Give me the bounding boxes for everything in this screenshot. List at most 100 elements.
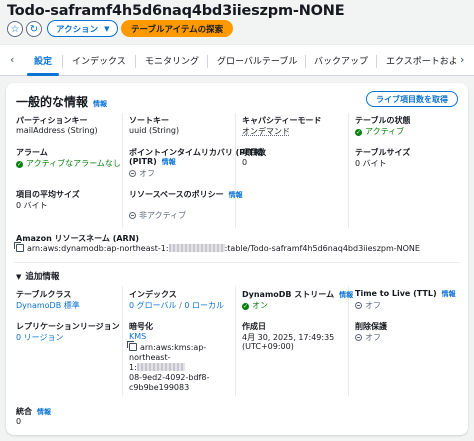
- minus-circle-icon: [129, 170, 136, 177]
- ttl-status-text: オフ: [365, 301, 381, 310]
- table-details-card: 一般的な情報 情報 ライブ項目数を取得 パーティションキー mailAddress…: [6, 83, 468, 435]
- general-info-title: 一般的な情報: [16, 95, 89, 109]
- additional-info-toggle[interactable]: ▼ 追加情報: [16, 270, 59, 282]
- stream-info-link[interactable]: 情報: [339, 291, 353, 299]
- encryption-value[interactable]: KMS: [129, 332, 146, 341]
- redacted-key-id: [136, 363, 185, 371]
- table-size-label: テーブルサイズ: [355, 148, 411, 157]
- partition-key-value: mailAddress (String): [16, 126, 98, 135]
- avg-item-size-value: 0 バイト: [16, 201, 48, 210]
- kms-arn-line: 1:: [129, 363, 185, 372]
- ttl-value: オフ: [355, 300, 381, 311]
- stream-value: ✓ オン: [242, 300, 268, 311]
- stream-status-text: オン: [252, 301, 268, 310]
- favorite-star-button[interactable]: ☆: [7, 21, 23, 37]
- copy-icon[interactable]: [127, 341, 137, 351]
- resource-policy-text: リソースベースのポリシー: [129, 190, 224, 199]
- sort-key-label: ソートキー: [129, 116, 169, 125]
- chevron-right-icon[interactable]: ›: [460, 53, 464, 66]
- sort-key-value: uuid (String): [129, 126, 180, 135]
- copy-icon[interactable]: [14, 242, 24, 252]
- pitr-info-link[interactable]: 情報: [162, 158, 176, 166]
- indexes-value: 0 グローバル / 0 ローカル: [129, 301, 224, 310]
- table-status-value: ✓ アクティブ: [355, 126, 404, 137]
- actions-label: アクション: [56, 24, 99, 35]
- tab-divider: [207, 55, 208, 68]
- column-divider: [122, 286, 123, 396]
- chevron-left-icon[interactable]: ‹: [10, 53, 14, 66]
- alarm-label: アラーム: [16, 148, 48, 157]
- tab-settings[interactable]: 設定: [34, 54, 52, 67]
- encryption-label: 暗号化: [129, 322, 153, 331]
- redacted-account-id: [168, 244, 225, 252]
- column-divider: [348, 286, 349, 396]
- pitr-label-abbrev: (PITR) 情報: [129, 157, 176, 166]
- ttl-label: Time to Live (TTL) 情報: [355, 289, 456, 299]
- replication-label: レプリケーションリージョン: [16, 322, 120, 331]
- partition-key-label: パーティションキー: [16, 116, 88, 125]
- deletion-protection-label: 削除保護: [355, 322, 387, 331]
- deletion-protection-text: オフ: [365, 333, 381, 342]
- pitr-status-text: オフ: [139, 169, 155, 178]
- caret-down-icon: ▼: [16, 273, 22, 281]
- avg-item-size-label: 項目の平均サイズ: [16, 190, 80, 199]
- local-indexes-link[interactable]: 0 ローカル: [184, 301, 224, 310]
- capacity-mode-label: キャパシティーモード: [242, 116, 322, 125]
- resource-policy-info-link[interactable]: 情報: [229, 191, 243, 199]
- page-title: Todo-saframf4h5d6naq4bd3iieszpm-NONE: [7, 3, 345, 19]
- refresh-button[interactable]: ↻: [26, 21, 42, 37]
- explore-items-button[interactable]: テーブルアイテムの探索: [121, 20, 234, 37]
- general-info-link[interactable]: 情報: [93, 100, 107, 108]
- check-circle-icon: ✓: [16, 161, 23, 168]
- tab-divider: [305, 55, 306, 68]
- minus-circle-icon: [355, 302, 362, 309]
- tab-divider: [62, 55, 63, 68]
- kms-arn-line: northeast-: [129, 353, 171, 362]
- item-count-value: 0: [242, 158, 248, 167]
- integration-label-text: 統合: [16, 407, 32, 416]
- integration-value: 0: [16, 417, 22, 426]
- column-divider: [122, 113, 123, 228]
- table-status-label: テーブルの状態: [355, 116, 411, 125]
- tab-bar: ‹ 設定 インデックス モニタリング グローバルテーブル バックアップ エクスポ…: [0, 44, 474, 76]
- additional-info-heading: 追加情報: [25, 272, 60, 282]
- deletion-protection-value: オフ: [355, 332, 381, 343]
- active-tab-indicator: [27, 73, 59, 76]
- kms-arn-line: c9b9be199083: [129, 383, 190, 392]
- ttl-info-link[interactable]: 情報: [442, 290, 456, 298]
- tab-divider: [376, 55, 377, 68]
- arn-value: arn:aws:dynamodb:ap-northeast-1: :table/T…: [14, 242, 420, 253]
- column-divider: [235, 113, 236, 228]
- arn-prefix: arn:aws:dynamodb:ap-northeast-1:: [27, 244, 169, 253]
- star-icon: ☆: [10, 23, 20, 35]
- pitr-value: オフ: [129, 168, 155, 179]
- tab-monitoring[interactable]: モニタリング: [145, 54, 199, 67]
- table-class-value[interactable]: DynamoDB 標準: [16, 300, 80, 311]
- column-divider: [235, 286, 236, 396]
- check-circle-icon: ✓: [355, 129, 362, 136]
- actions-dropdown[interactable]: アクション ▼: [47, 20, 119, 37]
- capacity-mode-value[interactable]: オンデマンド: [242, 126, 290, 137]
- item-count-label: 項目数: [242, 148, 266, 157]
- tab-global-tables[interactable]: グローバルテーブル: [217, 54, 297, 67]
- kms-arn-line: 08-9ed2-4092-bdf8-: [129, 373, 210, 382]
- alarm-text: アクティブなアラームなし: [26, 159, 121, 168]
- replication-value[interactable]: 0 リージョン: [16, 332, 63, 343]
- integration-info-link[interactable]: 情報: [37, 408, 51, 416]
- arn-suffix: :table/Todo-saframf4h5d6naq4bd3iieszpm-N…: [224, 244, 420, 253]
- tab-indexes[interactable]: インデックス: [72, 54, 126, 67]
- resource-policy-status-text: 非アクティブ: [139, 211, 187, 220]
- get-live-item-count-button[interactable]: ライブ項目数を取得: [366, 91, 458, 107]
- resource-policy-label: リソースベースのポリシー 情報: [129, 189, 243, 200]
- refresh-icon: ↻: [29, 23, 39, 35]
- tab-backups[interactable]: バックアップ: [314, 54, 368, 67]
- minus-circle-icon: [355, 334, 362, 341]
- integration-label: 統合 情報: [16, 406, 51, 417]
- created-timezone: (UTC+09:00): [242, 342, 294, 351]
- column-divider: [348, 113, 349, 228]
- kms-arn-line: arn:aws:kms:ap-: [127, 341, 206, 352]
- caret-down-icon: ▼: [104, 24, 110, 33]
- global-indexes-link[interactable]: 0 グローバル: [129, 301, 177, 310]
- tab-exports[interactable]: エクスポートおよ: [386, 54, 456, 67]
- table-size-value: 0 バイト: [355, 159, 387, 168]
